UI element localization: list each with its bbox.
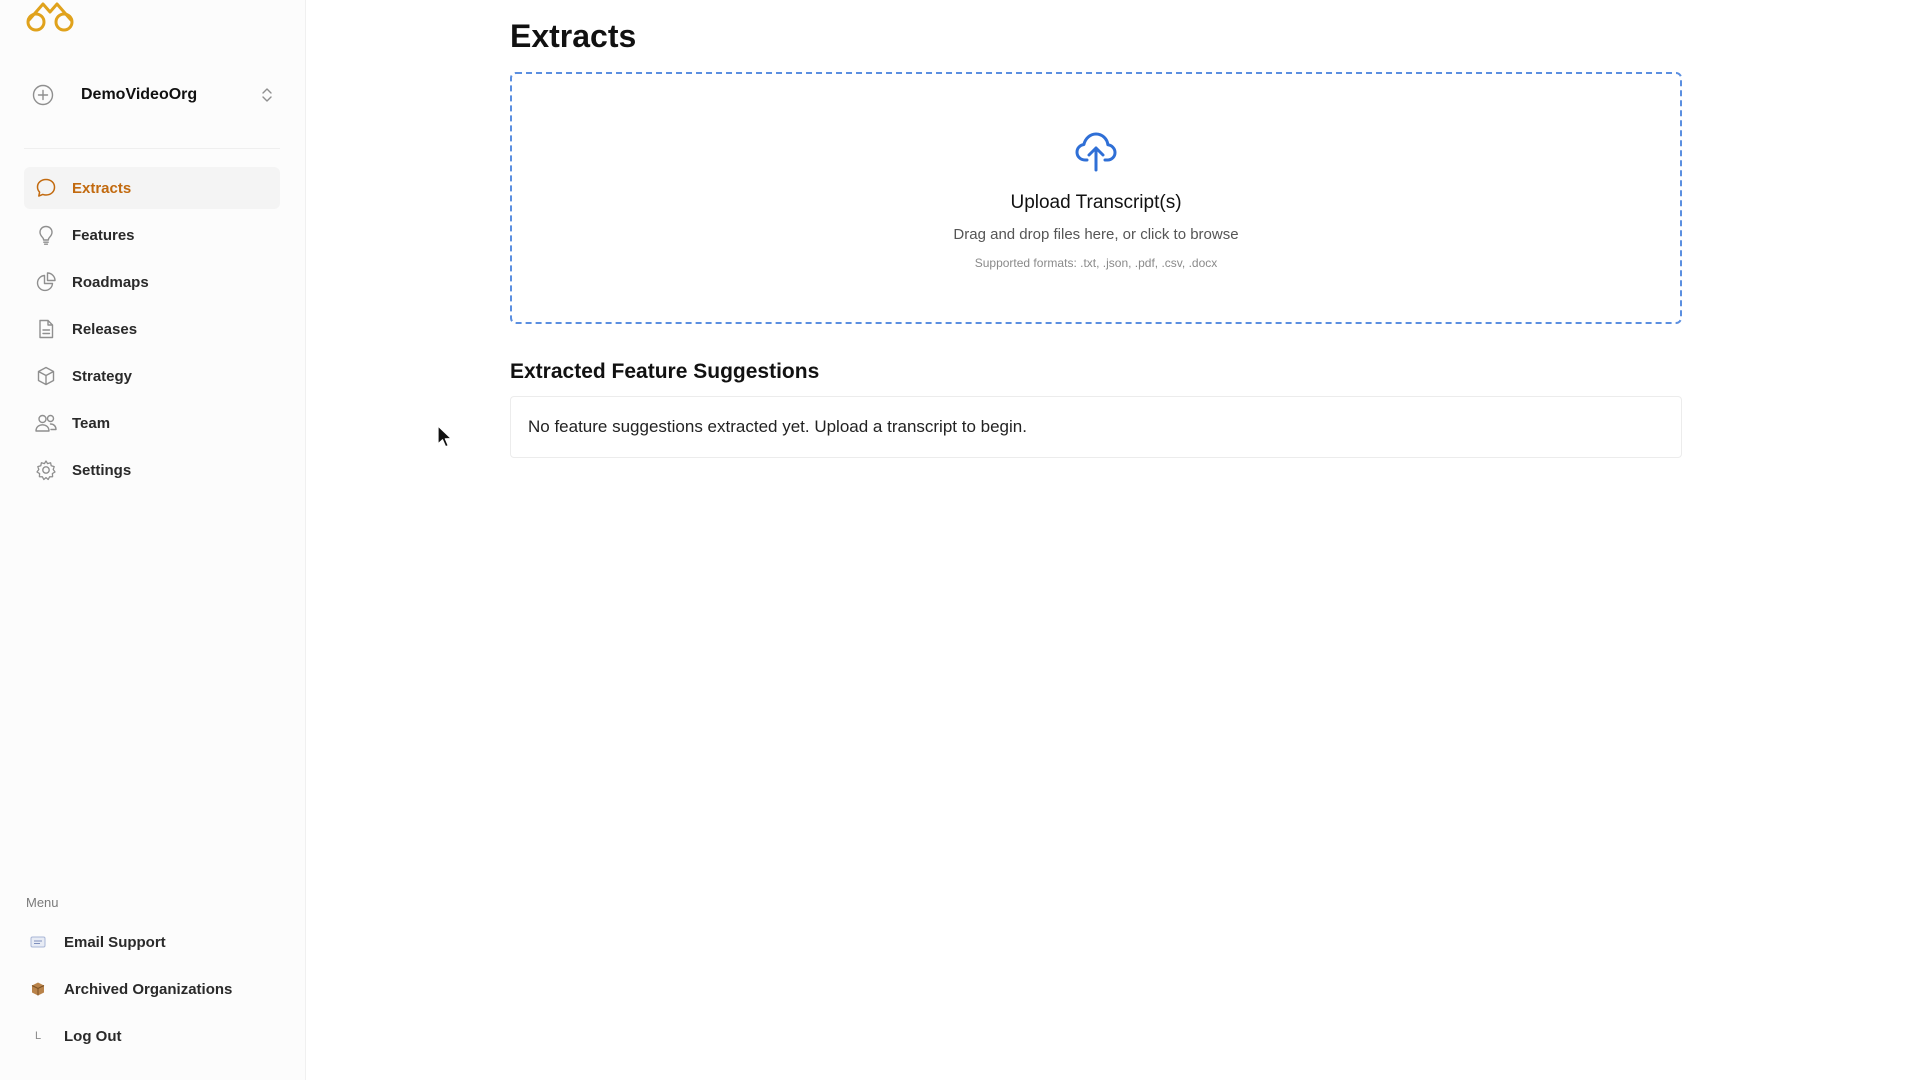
upload-dropzone[interactable]: Upload Transcript(s) Drag and drop files… (510, 72, 1682, 324)
menu-item-label: Email Support (64, 933, 166, 951)
sidebar-item-releases[interactable]: Releases (24, 308, 280, 350)
page-title: Extracts (510, 18, 637, 54)
sidebar-item-team[interactable]: Team (24, 402, 280, 444)
gear-icon (34, 458, 58, 482)
sidebar: DemoVideoOrg Extracts Features Roadmaps … (0, 0, 306, 1080)
main-content: Extracts Upload Transcript(s) Drag and d… (306, 0, 1920, 1080)
sidebar-item-features[interactable]: Features (24, 214, 280, 256)
users-icon (34, 411, 58, 435)
glasses-logo-icon[interactable] (24, 0, 76, 36)
suggestions-empty-state: No feature suggestions extracted yet. Up… (510, 396, 1682, 458)
sidebar-item-label: Settings (72, 461, 132, 479)
menu-item-archived-organizations[interactable]: Archived Organizations (26, 971, 282, 1007)
menu-item-label: Archived Organizations (64, 980, 233, 998)
menu-heading: Menu (26, 895, 59, 910)
sidebar-item-strategy[interactable]: Strategy (24, 355, 280, 397)
suggestions-heading: Extracted Feature Suggestions (510, 360, 820, 383)
mouse-cursor-icon (437, 425, 453, 449)
sidebar-item-label: Extracts (72, 179, 132, 197)
email-icon (26, 930, 50, 954)
sidebar-nav: Extracts Features Roadmaps Releases Stra… (24, 167, 280, 496)
upload-instructions: Drag and drop files here, or click to br… (953, 226, 1239, 243)
archive-box-icon (26, 977, 50, 1001)
cube-icon (34, 364, 58, 388)
pie-chart-icon (34, 270, 58, 294)
menu-list: Email Support Archived Organizations L L… (26, 924, 282, 1065)
app-window: DemoVideoOrg Extracts Features Roadmaps … (0, 0, 1920, 1080)
menu-item-email-support[interactable]: Email Support (26, 924, 282, 960)
sidebar-item-label: Releases (72, 320, 138, 338)
sidebar-item-label: Strategy (72, 367, 133, 385)
sidebar-item-extracts[interactable]: Extracts (24, 167, 280, 209)
sidebar-item-settings[interactable]: Settings (24, 449, 280, 491)
supported-formats: Supported formats: .txt, .json, .pdf, .c… (974, 256, 1218, 270)
logout-icon: L (34, 1030, 42, 1042)
sidebar-divider (24, 148, 280, 149)
org-name: DemoVideoOrg (81, 86, 198, 103)
upload-title: Upload Transcript(s) (1010, 192, 1182, 213)
chat-bubble-icon (34, 176, 58, 200)
document-icon (34, 317, 58, 341)
org-switcher[interactable]: DemoVideoOrg (30, 82, 276, 108)
cloud-upload-icon (1072, 126, 1120, 174)
sidebar-item-roadmaps[interactable]: Roadmaps (24, 261, 280, 303)
sidebar-item-label: Roadmaps (72, 273, 149, 291)
sidebar-item-label: Team (72, 414, 111, 432)
chevron-up-down-icon[interactable] (258, 84, 276, 106)
sidebar-item-label: Features (72, 226, 135, 244)
empty-state-text: No feature suggestions extracted yet. Up… (528, 417, 1027, 436)
lightbulb-icon (34, 223, 58, 247)
menu-item-log-out[interactable]: L Log Out (26, 1018, 282, 1054)
menu-item-label: Log Out (64, 1027, 122, 1045)
plus-circle-icon[interactable] (30, 82, 56, 108)
